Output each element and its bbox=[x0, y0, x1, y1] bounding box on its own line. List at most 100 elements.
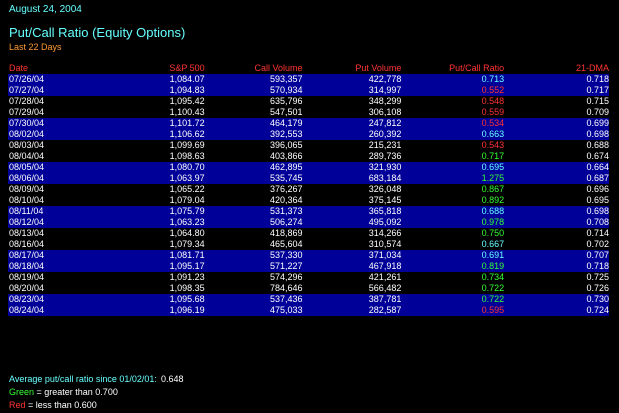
cell-sp500: 1,098.35 bbox=[169, 283, 205, 293]
cell-sp500: 1,101.72 bbox=[92, 118, 205, 129]
cell-21-dma: 0.674 bbox=[586, 151, 609, 161]
cell-21-dma: 0.696 bbox=[586, 184, 609, 194]
cell-sp500: 1,063.97 bbox=[92, 173, 205, 184]
cell-21-dma: 0.707 bbox=[504, 250, 609, 261]
cell-call-volume: 420,364 bbox=[269, 195, 303, 205]
cell-date: 08/03/04 bbox=[9, 140, 45, 150]
cell-date: 08/18/04 bbox=[8, 261, 93, 272]
cell-put-call-ratio: 0.691 bbox=[401, 250, 505, 261]
cell-sp500: 1,094.83 bbox=[92, 85, 205, 96]
cell-call-volume: 574,296 bbox=[269, 272, 303, 282]
cell-sp500: 1,080.70 bbox=[92, 162, 205, 173]
cell-call-volume: 571,227 bbox=[204, 261, 303, 272]
table-row: 08/17/04 1,081.71 537,330 371,034 0.691 0.707 bbox=[8, 250, 609, 261]
cell-sp500: 1,091.23 bbox=[169, 272, 205, 282]
cell-date: 08/24/04 bbox=[8, 305, 93, 316]
table-row: 08/12/04 1,063.23 506,274 495,092 0.978 0.708 bbox=[8, 217, 609, 228]
cell-call-volume: 535,745 bbox=[204, 173, 303, 184]
cell-21-dma: 0.702 bbox=[586, 239, 609, 249]
table-row: 08/05/04 1,080.70 462,895 321,930 0.695 0.664 bbox=[8, 162, 609, 173]
cell-call-volume: 418,869 bbox=[269, 228, 303, 238]
legend-green: Green = greater than 0.700 bbox=[9, 387, 118, 397]
column-header-call-volume: Call Volume bbox=[254, 63, 303, 73]
legend-green-text: = greater than 0.700 bbox=[34, 387, 118, 397]
cell-date: 08/23/04 bbox=[8, 294, 93, 305]
cell-put-volume: 282,587 bbox=[302, 305, 402, 316]
cell-call-volume: 464,179 bbox=[204, 118, 303, 129]
cell-21-dma: 0.717 bbox=[504, 85, 609, 96]
cell-21-dma: 0.714 bbox=[586, 228, 609, 238]
column-header-21-dma: 21-DMA bbox=[575, 63, 609, 73]
table-row: 08/19/04 1,091.23 574,296 421,261 0.734 0.725 bbox=[8, 272, 609, 283]
cell-21-dma: 0.664 bbox=[504, 162, 609, 173]
cell-put-volume: 566,482 bbox=[368, 283, 402, 293]
cell-sp500: 1,096.19 bbox=[92, 305, 205, 316]
cell-put-call-ratio: 0.722 bbox=[401, 294, 505, 305]
cell-date: 08/16/04 bbox=[9, 239, 45, 249]
cell-put-volume: 422,778 bbox=[302, 74, 402, 85]
cell-put-call-ratio: 0.717 bbox=[481, 151, 505, 161]
cell-put-volume: 314,266 bbox=[368, 228, 402, 238]
table-row: 08/03/04 1,099.69 396,065 215,231 0.543 0.688 bbox=[8, 140, 609, 151]
cell-21-dma: 0.730 bbox=[504, 294, 609, 305]
cell-call-volume: 506,274 bbox=[204, 217, 303, 228]
table-row: 08/16/04 1,079.34 465,604 310,574 0.667 0.702 bbox=[8, 239, 609, 250]
cell-put-volume: 310,574 bbox=[368, 239, 402, 249]
column-header-sp500: S&P 500 bbox=[169, 63, 205, 73]
cell-put-volume: 321,930 bbox=[302, 162, 402, 173]
cell-put-call-ratio: 0.688 bbox=[401, 206, 505, 217]
page-subtitle: Last 22 Days bbox=[9, 42, 62, 52]
legend-red-key: Red bbox=[9, 400, 26, 410]
page-title: Put/Call Ratio (Equity Options) bbox=[9, 25, 186, 40]
cell-date: 08/20/04 bbox=[9, 283, 45, 293]
table-row: 08/04/04 1,098.63 403,866 289,736 0.717 0.674 bbox=[8, 151, 609, 162]
cell-call-volume: 547,501 bbox=[269, 107, 303, 117]
cell-call-volume: 462,895 bbox=[204, 162, 303, 173]
cell-date: 08/04/04 bbox=[9, 151, 45, 161]
cell-sp500: 1,081.71 bbox=[92, 250, 205, 261]
table-row: 08/02/04 1,106.62 392,553 260,392 0.663 0.698 bbox=[8, 129, 609, 140]
cell-put-call-ratio: 0.663 bbox=[401, 129, 505, 140]
table-row: 08/06/04 1,063.97 535,745 683,184 1.275 0.687 bbox=[8, 173, 609, 184]
cell-date: 08/17/04 bbox=[8, 250, 93, 261]
cell-put-volume: 348,299 bbox=[368, 96, 402, 106]
cell-put-volume: 260,392 bbox=[302, 129, 402, 140]
cell-date: 07/29/04 bbox=[9, 107, 45, 117]
cell-date: 08/13/04 bbox=[9, 228, 45, 238]
cell-date: 07/30/04 bbox=[8, 118, 93, 129]
cell-put-call-ratio: 0.595 bbox=[401, 305, 505, 316]
cell-date: 07/26/04 bbox=[8, 74, 93, 85]
average-note: Average put/call ratio since 01/02/01: 0.… bbox=[9, 374, 183, 384]
cell-call-volume: 475,033 bbox=[204, 305, 303, 316]
average-label: Average put/call ratio since 01/02/01: bbox=[9, 374, 157, 384]
report-date: August 24, 2004 bbox=[9, 4, 82, 15]
cell-put-volume: 289,736 bbox=[368, 151, 402, 161]
cell-21-dma: 0.718 bbox=[504, 74, 609, 85]
cell-put-call-ratio: 0.750 bbox=[481, 228, 505, 238]
cell-21-dma: 0.725 bbox=[586, 272, 609, 282]
cell-put-call-ratio: 0.722 bbox=[481, 283, 505, 293]
cell-call-volume: 376,267 bbox=[269, 184, 303, 194]
column-header-date: Date bbox=[9, 63, 29, 73]
cell-put-call-ratio: 1.275 bbox=[401, 173, 505, 184]
table-row: 08/13/04 1,064.80 418,869 314,266 0.750 0.714 bbox=[8, 228, 609, 239]
cell-sp500: 1,065.22 bbox=[169, 184, 205, 194]
cell-call-volume: 396,065 bbox=[269, 140, 303, 150]
cell-put-volume: 306,108 bbox=[368, 107, 402, 117]
cell-21-dma: 0.726 bbox=[586, 283, 609, 293]
cell-call-volume: 537,330 bbox=[204, 250, 303, 261]
table-body: 07/26/04 1,084.07 593,357 422,778 0.713 0.718… bbox=[8, 74, 609, 316]
cell-call-volume: 465,604 bbox=[269, 239, 303, 249]
cell-sp500: 1,106.62 bbox=[92, 129, 205, 140]
cell-date: 08/10/04 bbox=[9, 195, 45, 205]
table-row: 08/18/04 1,095.17 571,227 467,918 0.819 0.718 bbox=[8, 261, 609, 272]
table-row: 07/30/04 1,101.72 464,179 247,812 0.534 0.699 bbox=[8, 118, 609, 129]
cell-call-volume: 570,934 bbox=[204, 85, 303, 96]
cell-put-volume: 314,997 bbox=[302, 85, 402, 96]
cell-put-call-ratio: 0.867 bbox=[481, 184, 505, 194]
cell-21-dma: 0.698 bbox=[504, 206, 609, 217]
cell-sp500: 1,075.79 bbox=[92, 206, 205, 217]
table-row: 07/28/04 1,095.42 635,796 348,299 0.548 0.715 bbox=[8, 96, 609, 107]
cell-put-call-ratio: 0.559 bbox=[481, 107, 505, 117]
cell-call-volume: 531,373 bbox=[204, 206, 303, 217]
